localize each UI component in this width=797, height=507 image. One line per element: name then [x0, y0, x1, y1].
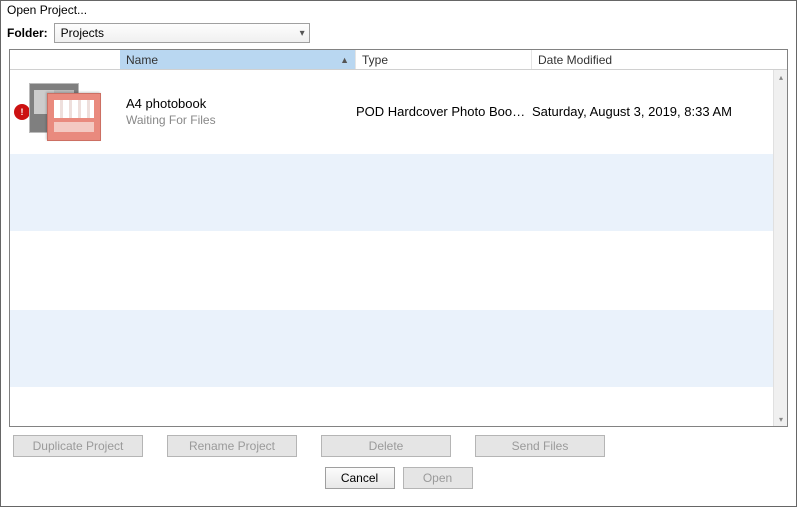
column-type[interactable]: Type	[356, 50, 532, 69]
cancel-button[interactable]: Cancel	[325, 467, 395, 489]
folder-selected: Projects	[61, 26, 104, 40]
project-list: Name ▲ Type Date Modified ! A4 photobook…	[9, 49, 788, 427]
delete-button[interactable]: Delete	[321, 435, 451, 457]
warning-badge-icon: !	[14, 104, 30, 120]
table-row[interactable]: ! A4 photobook Waiting For Files POD Har…	[10, 70, 773, 154]
date-cell: Saturday, August 3, 2019, 8:33 AM	[532, 104, 773, 119]
folder-dropdown[interactable]: Projects ▾	[54, 23, 310, 43]
type-cell: POD Hardcover Photo Book, A...	[356, 104, 532, 119]
open-button[interactable]: Open	[403, 467, 473, 489]
sort-asc-icon: ▲	[340, 55, 349, 65]
column-date-label: Date Modified	[538, 53, 612, 67]
column-thumbnail[interactable]	[10, 50, 120, 69]
thumbnail-cell: !	[10, 70, 120, 153]
duplicate-project-button[interactable]: Duplicate Project	[13, 435, 143, 457]
column-type-label: Type	[362, 53, 388, 67]
column-name-label: Name	[126, 53, 158, 67]
list-header: Name ▲ Type Date Modified	[10, 50, 787, 70]
rename-project-button[interactable]: Rename Project	[167, 435, 297, 457]
column-date[interactable]: Date Modified	[532, 50, 787, 69]
project-thumbnail	[29, 83, 101, 141]
send-files-button[interactable]: Send Files	[475, 435, 605, 457]
scroll-down-icon[interactable]: ▾	[774, 412, 788, 426]
name-cell: A4 photobook Waiting For Files	[120, 96, 356, 127]
footer-row: Cancel Open	[1, 461, 796, 495]
table-row	[10, 310, 773, 388]
table-row	[10, 232, 773, 310]
project-status: Waiting For Files	[126, 113, 356, 127]
table-row	[10, 154, 773, 232]
project-name: A4 photobook	[126, 96, 356, 111]
list-body: ! A4 photobook Waiting For Files POD Har…	[10, 70, 773, 426]
vertical-scrollbar[interactable]: ▴ ▾	[773, 70, 787, 426]
folder-label: Folder:	[7, 26, 48, 40]
column-name[interactable]: Name ▲	[120, 50, 356, 69]
scroll-up-icon[interactable]: ▴	[774, 70, 788, 84]
window-title: Open Project...	[1, 1, 796, 21]
action-row: Duplicate Project Rename Project Delete …	[1, 427, 796, 461]
folder-row: Folder: Projects ▾	[1, 21, 796, 49]
chevron-down-icon: ▾	[300, 28, 305, 39]
